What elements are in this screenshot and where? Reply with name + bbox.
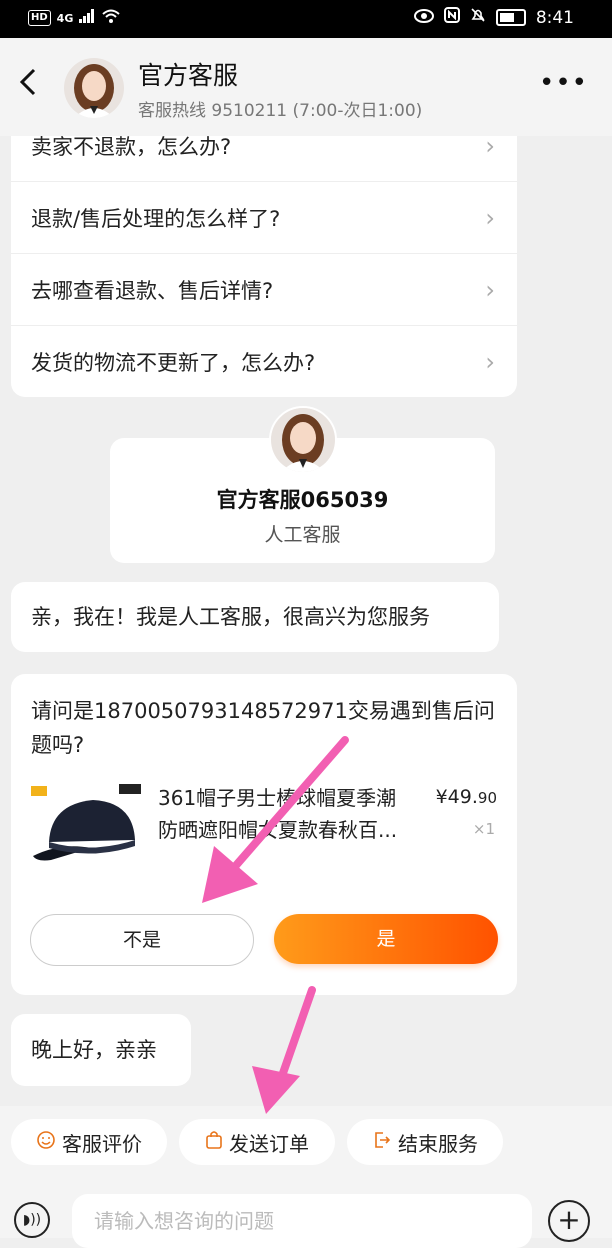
plus-icon[interactable]: +: [548, 1200, 590, 1242]
faq-label: 退款/售后处理的怎么样了?: [31, 206, 281, 231]
faq-label: 发货的物流不更新了，怎么办?: [31, 350, 316, 375]
exit-icon: [372, 1130, 392, 1155]
status-bar: HD 4G 8:41: [0, 0, 612, 38]
hd-icon: HD: [28, 10, 51, 26]
bag-icon: [205, 1130, 223, 1155]
battery-icon: [495, 9, 526, 26]
message-input[interactable]: 请输入想咨询的问题: [72, 1194, 532, 1248]
hotline-text: 客服热线 9510211 (7:00-次日1:00): [138, 101, 423, 121]
faq-item[interactable]: 退款/售后处理的怎么样了? ›: [11, 182, 517, 254]
message-bubble: 亲，我在！我是人工客服，很高兴为您服务: [11, 582, 499, 652]
faq-item[interactable]: 发货的物流不更新了，怎么办? ›: [11, 326, 517, 397]
order-question: 请问是1870050793148572971交易遇到售后问题吗?: [31, 699, 495, 757]
faq-card: 卖家不退款，怎么办? › 退款/售后处理的怎么样了? › 去哪查看退款、售后详情…: [11, 136, 517, 397]
yes-button[interactable]: 是: [274, 914, 498, 964]
faq-item[interactable]: 卖家不退款，怎么办? ›: [11, 136, 517, 182]
product-price: ¥49.90: [436, 786, 497, 808]
send-order-label: 发送订单: [229, 1131, 309, 1156]
rate-label: 客服评价: [62, 1131, 142, 1156]
product-image[interactable]: [31, 782, 149, 878]
eye-icon: [413, 7, 434, 28]
price-main: ¥49.: [435, 786, 478, 808]
product-quantity: ×1: [472, 820, 495, 838]
avatar[interactable]: [64, 58, 124, 118]
smile-icon: [36, 1130, 56, 1155]
order-card: 请问是1870050793148572971交易遇到售后问题吗? 361帽子男士…: [11, 674, 517, 995]
chat-header: 官方客服 客服热线 9510211 (7:00-次日1:00) •••: [0, 38, 612, 136]
network-type: 4G: [56, 11, 74, 25]
mute-bell-icon: [470, 7, 486, 28]
faq-item[interactable]: 去哪查看退款、售后详情? ›: [11, 254, 517, 326]
back-arrow-icon[interactable]: [16, 64, 44, 104]
send-order-button[interactable]: 发送订单: [179, 1119, 335, 1165]
page-title: 官方客服: [138, 61, 239, 90]
nfc-icon: [443, 7, 460, 28]
end-label: 结束服务: [398, 1131, 478, 1156]
message-bubble: 晚上好，亲亲: [11, 1014, 191, 1086]
no-button[interactable]: 不是: [30, 914, 254, 966]
agent-role: 人工客服: [264, 524, 341, 546]
chevron-right-icon: ›: [485, 136, 495, 160]
chevron-right-icon: ›: [485, 347, 495, 376]
price-decimal: 90: [477, 789, 497, 807]
wifi-icon: [101, 8, 121, 28]
agent-name: 官方客服065039: [216, 488, 389, 512]
action-bar: 客服评价 发送订单 结束服务 ◗)) 请输入想咨询的问题 +: [0, 1106, 612, 1248]
product-title[interactable]: 361帽子男士棒球帽夏季潮防晒遮阳帽女夏款春秋百...: [158, 782, 413, 846]
faq-label: 去哪查看退款、售后详情?: [31, 278, 274, 303]
end-service-button[interactable]: 结束服务: [347, 1119, 503, 1165]
agent-card: 官方客服065039 人工客服: [110, 406, 495, 563]
more-icon[interactable]: •••: [539, 68, 588, 98]
chevron-right-icon: ›: [485, 203, 495, 232]
clock: 8:41: [535, 7, 574, 28]
signal-icon: [79, 9, 95, 27]
agent-avatar: [269, 406, 337, 474]
chevron-right-icon: ›: [485, 275, 495, 304]
rate-service-button[interactable]: 客服评价: [11, 1119, 167, 1165]
faq-label: 卖家不退款，怎么办?: [31, 136, 232, 159]
voice-icon[interactable]: ◗)): [14, 1202, 50, 1238]
chat-area[interactable]: 卖家不退款，怎么办? › 退款/售后处理的怎么样了? › 去哪查看退款、售后详情…: [0, 136, 612, 1106]
